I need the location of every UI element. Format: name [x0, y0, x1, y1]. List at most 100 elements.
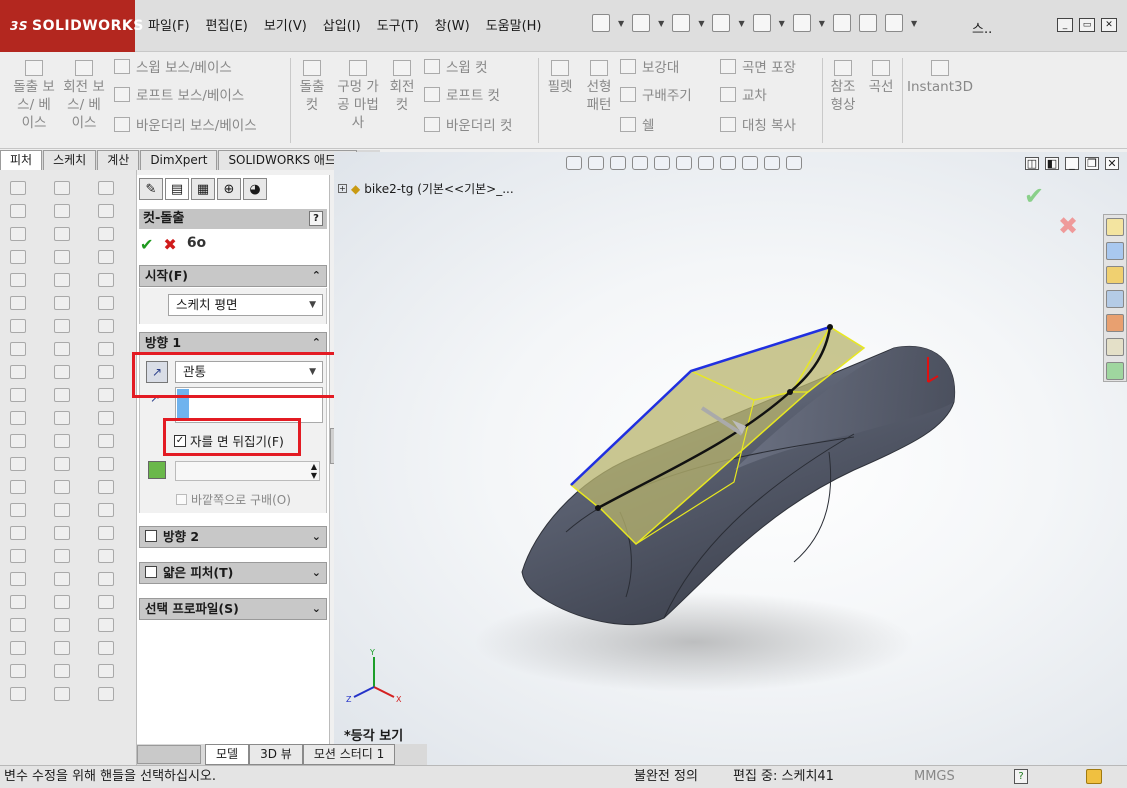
plane-icon[interactable] [98, 181, 114, 195]
draft-icon[interactable] [10, 411, 26, 425]
planar-icon[interactable] [98, 549, 114, 563]
delete-face-icon[interactable] [98, 572, 114, 586]
revolved-boss-button[interactable]: 회전 보스/ 베이스 [62, 60, 106, 132]
select-icon[interactable] [792, 14, 811, 32]
help-icon[interactable]: ? [1014, 769, 1028, 784]
hole-wizard-button[interactable]: 구멍 가공 마법사 [334, 60, 382, 132]
projected-curve-icon[interactable] [98, 319, 114, 333]
direction1-group-header[interactable]: 방향 1 ⌃ [139, 332, 327, 354]
trim-icon[interactable] [54, 457, 70, 471]
boundary-boss-button[interactable]: 바운더리 보스/베이스 [114, 114, 257, 134]
offset-icon[interactable] [54, 434, 70, 448]
tab-evaluate[interactable]: 계산 [97, 150, 140, 170]
mate-ref-icon[interactable] [98, 273, 114, 287]
composite-curve-icon[interactable] [98, 342, 114, 356]
curves-button[interactable]: 곡선 [864, 60, 898, 96]
shell-button[interactable]: 쉘 [620, 114, 654, 134]
search-commands[interactable]: 스.. [972, 18, 992, 37]
detailed-preview-icon[interactable]: 6o [187, 235, 206, 254]
relation-icon[interactable] [54, 526, 70, 540]
options-icon[interactable] [54, 687, 70, 701]
face-curve-icon[interactable] [98, 411, 114, 425]
wrap-icon[interactable] [10, 457, 26, 471]
forum-icon[interactable] [1106, 362, 1124, 380]
tab-scroll-arrows[interactable] [137, 745, 201, 764]
cut-icon[interactable] [10, 296, 26, 310]
layer-icon[interactable] [54, 618, 70, 632]
centerline-icon[interactable] [54, 388, 70, 402]
rib-button[interactable]: 보강대 [620, 56, 679, 76]
ellipse-icon[interactable] [54, 296, 70, 310]
options-icon[interactable] [884, 14, 903, 32]
rebuild-icon[interactable] [832, 14, 851, 32]
3d-sketch-icon[interactable] [98, 388, 114, 402]
property-manager-tab-icon[interactable]: ▤ [165, 178, 189, 200]
shell-icon[interactable] [10, 434, 26, 448]
untrim-icon[interactable] [98, 618, 114, 632]
tab-3d-views[interactable]: 3D 뷰 [249, 744, 303, 765]
polygon-icon[interactable] [54, 319, 70, 333]
text-icon[interactable] [54, 411, 70, 425]
direction2-checkbox[interactable] [145, 530, 157, 542]
display-manager-tab-icon[interactable]: ◕ [243, 178, 267, 200]
sweep-icon[interactable] [10, 227, 26, 241]
graphics-area[interactable]: + ◆ bike2-tg (기본<<기본>_... ◫ ◧ _ ❐ ✕ ✔ ✖ [334, 152, 1127, 765]
arc-icon[interactable] [54, 250, 70, 264]
split-line-icon[interactable] [98, 296, 114, 310]
menu-file[interactable]: 파일(F) [140, 16, 198, 38]
circle-icon[interactable] [54, 227, 70, 241]
revolved-cut-button[interactable]: 회전 컷 [385, 60, 419, 114]
point-icon[interactable] [54, 365, 70, 379]
dome-icon[interactable] [10, 480, 26, 494]
undo-icon[interactable] [752, 14, 771, 32]
line-icon[interactable] [54, 181, 70, 195]
tab-features[interactable]: 피처 [0, 150, 43, 170]
intersect-button[interactable]: 교차 [720, 84, 767, 104]
ok-check-icon[interactable]: ✔ [140, 235, 153, 254]
sheetmetal-icon[interactable] [98, 664, 114, 678]
axis-icon[interactable] [98, 204, 114, 218]
surface-icon[interactable] [98, 434, 114, 448]
extruded-boss-button[interactable]: 돌출 보스/ 베이스 [12, 60, 56, 132]
ruled-icon[interactable] [98, 526, 114, 540]
replace-face-icon[interactable] [98, 595, 114, 609]
close-icon[interactable]: ✕ [1101, 18, 1117, 32]
boundary-icon[interactable] [10, 273, 26, 287]
mirror-button[interactable]: 대칭 복사 [720, 114, 796, 134]
home-icon[interactable] [1106, 218, 1124, 236]
helix-icon[interactable] [98, 365, 114, 379]
wrap-button[interactable]: 곡면 포장 [720, 56, 796, 76]
menu-view[interactable]: 보기(V) [256, 16, 315, 38]
unit-system[interactable]: MMGS [914, 766, 955, 788]
custom-properties-icon[interactable] [1106, 338, 1124, 356]
feature-manager-tab-icon[interactable]: ✎ [139, 178, 163, 200]
spline-icon[interactable] [54, 273, 70, 287]
fill-icon[interactable] [98, 480, 114, 494]
menu-edit[interactable]: 편집(E) [198, 16, 256, 38]
block-icon[interactable] [54, 641, 70, 655]
chamfer-icon[interactable] [10, 365, 26, 379]
grid-icon[interactable] [54, 595, 70, 609]
sketch-icon[interactable] [10, 664, 26, 678]
thin-feature-group-header[interactable]: 얇은 피처(T) ⌄ [139, 562, 327, 584]
file-properties-icon[interactable] [858, 14, 877, 32]
appearances-icon[interactable] [1106, 314, 1124, 332]
lofted-boss-button[interactable]: 로프트 보스/베이스 [114, 84, 244, 104]
coordinate-system-icon[interactable] [98, 227, 114, 241]
view-palette-icon[interactable] [1106, 290, 1124, 308]
selected-contours-group-header[interactable]: 선택 프로파일(S) ⌄ [139, 598, 327, 620]
convert-icon[interactable] [54, 503, 70, 517]
weldment-icon[interactable] [98, 641, 114, 655]
hole-icon[interactable] [10, 319, 26, 333]
new-file-icon[interactable] [592, 14, 610, 32]
linear-pattern-button[interactable]: 선형 패턴 [580, 60, 618, 114]
dimxpert-manager-tab-icon[interactable]: ⊕ [217, 178, 241, 200]
draft-angle-input[interactable]: ▲ ▼ [175, 461, 320, 481]
reference-geometry-button[interactable]: 참조 형상 [826, 60, 860, 114]
rib-icon[interactable] [10, 388, 26, 402]
split-icon[interactable] [10, 526, 26, 540]
solidworks-logo[interactable]: 3S SOLIDWORKS [0, 0, 143, 52]
configuration-manager-tab-icon[interactable]: ▦ [191, 178, 215, 200]
mold-icon[interactable] [98, 687, 114, 701]
swept-boss-button[interactable]: 스윕 보스/베이스 [114, 56, 232, 76]
